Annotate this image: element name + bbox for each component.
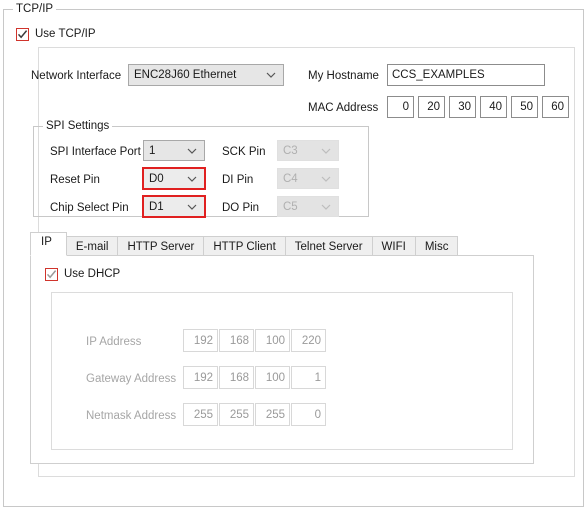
- netmask-address-octet-0[interactable]: 255: [183, 403, 218, 426]
- tab-misc-label: Misc: [424, 240, 449, 253]
- ip-address-octet-3[interactable]: 220: [291, 329, 326, 352]
- ip-address-panel: IP Address 192 168 100 220 Gateway Addre…: [51, 292, 513, 450]
- netmask-address-octet-2-value: 255: [265, 408, 285, 421]
- mac-octet-5-value: 60: [551, 101, 564, 113]
- mac-address-label: MAC Address: [308, 102, 379, 114]
- chevron-down-icon: [321, 148, 331, 154]
- gateway-address-octet-1[interactable]: 168: [219, 366, 254, 389]
- use-tcpip-checkbox[interactable]: [16, 28, 29, 41]
- tab-http-client-label: HTTP Client: [213, 240, 276, 253]
- reset-pin-combo[interactable]: D0: [142, 167, 206, 190]
- chevron-down-icon: [187, 204, 197, 210]
- ip-address-octet-3-value: 220: [301, 334, 321, 347]
- ip-address-octet-1[interactable]: 168: [219, 329, 254, 352]
- di-pin-label: DI Pin: [222, 174, 254, 186]
- mac-octet-1[interactable]: 20: [418, 96, 445, 118]
- tab-telnet-server[interactable]: Telnet Server: [284, 236, 373, 256]
- tab-wifi[interactable]: WIFI: [371, 236, 416, 256]
- tab-page-ip: Use DHCP IP Address 192 168 100 220 Gate…: [30, 255, 534, 464]
- tab-wifi-label: WIFI: [381, 240, 406, 253]
- do-pin-label: DO Pin: [222, 202, 260, 214]
- netmask-address-octet-0-value: 255: [193, 408, 213, 421]
- reset-pin-value: D0: [149, 172, 164, 185]
- ip-address-octet-2[interactable]: 100: [255, 329, 290, 352]
- netmask-address-octet-3-value: 0: [314, 408, 321, 421]
- di-pin-combo: C4: [277, 168, 339, 189]
- netmask-address-label: Netmask Address: [86, 410, 177, 422]
- gateway-address-octet-2-value: 100: [265, 371, 285, 384]
- chip-select-pin-combo[interactable]: D1: [142, 195, 206, 218]
- spi-interface-port-combo[interactable]: 1: [143, 140, 205, 161]
- hostname-value: CCS_EXAMPLES: [392, 69, 485, 81]
- use-dhcp-checkbox[interactable]: [45, 268, 58, 281]
- use-dhcp-checkbox-row[interactable]: Use DHCP: [45, 268, 120, 281]
- netmask-address-octet-3[interactable]: 0: [291, 403, 326, 426]
- network-interface-combo[interactable]: ENC28J60 Ethernet: [128, 64, 284, 86]
- tab-ip-label: IP: [41, 236, 52, 248]
- ip-address-octet-1-value: 168: [229, 334, 249, 347]
- chevron-down-icon: [266, 72, 276, 78]
- gateway-address-octet-0[interactable]: 192: [183, 366, 218, 389]
- spi-interface-port-value: 1: [149, 144, 156, 157]
- chevron-down-icon: [321, 176, 331, 182]
- chip-select-pin-value: D1: [149, 200, 164, 213]
- use-tcpip-checkbox-row[interactable]: Use TCP/IP: [16, 28, 96, 41]
- mac-octet-0-value: 0: [402, 101, 409, 113]
- sck-pin-value: C3: [283, 144, 298, 157]
- tab-http-client[interactable]: HTTP Client: [203, 236, 286, 256]
- netmask-address-octet-1-value: 255: [229, 408, 249, 421]
- mac-octet-2-value: 30: [458, 101, 471, 113]
- mac-octet-2[interactable]: 30: [449, 96, 476, 118]
- network-interface-value: ENC28J60 Ethernet: [134, 69, 237, 81]
- tab-telnet-server-label: Telnet Server: [294, 240, 363, 253]
- tab-email[interactable]: E-mail: [65, 236, 119, 256]
- use-tcpip-label: Use TCP/IP: [35, 28, 96, 40]
- di-pin-value: C4: [283, 172, 298, 185]
- gateway-address-octet-1-value: 168: [229, 371, 249, 384]
- reset-pin-label: Reset Pin: [50, 174, 100, 186]
- do-pin-combo: C5: [277, 196, 339, 217]
- ip-address-octet-0[interactable]: 192: [183, 329, 218, 352]
- tcpip-groupbox-title: TCP/IP: [13, 3, 57, 16]
- spi-settings-title: SPI Settings: [43, 120, 113, 133]
- tab-strip: IP E-mail HTTP Server HTTP Client Telnet…: [30, 232, 459, 256]
- ip-address-octet-2-value: 100: [265, 334, 285, 347]
- mac-octet-4-value: 50: [520, 101, 533, 113]
- mac-octet-3-value: 40: [489, 101, 502, 113]
- sck-pin-label: SCK Pin: [222, 146, 266, 158]
- mac-octet-5[interactable]: 60: [542, 96, 569, 118]
- tab-misc[interactable]: Misc: [414, 236, 459, 256]
- tab-http-server[interactable]: HTTP Server: [117, 236, 205, 256]
- ip-address-octet-0-value: 192: [193, 334, 213, 347]
- hostname-input[interactable]: CCS_EXAMPLES: [387, 64, 545, 86]
- chevron-down-icon: [187, 148, 197, 154]
- tab-ip[interactable]: IP: [30, 232, 67, 256]
- tab-http-server-label: HTTP Server: [127, 240, 195, 253]
- gateway-address-octet-2[interactable]: 100: [255, 366, 290, 389]
- spi-interface-port-label: SPI Interface Port: [50, 146, 141, 158]
- do-pin-value: C5: [283, 200, 298, 213]
- chevron-down-icon: [187, 176, 197, 182]
- chip-select-pin-label: Chip Select Pin: [50, 202, 129, 214]
- use-dhcp-label: Use DHCP: [64, 268, 121, 280]
- mac-octet-0[interactable]: 0: [387, 96, 414, 118]
- mac-octet-4[interactable]: 50: [511, 96, 538, 118]
- network-interface-label: Network Interface: [31, 70, 122, 82]
- tab-email-label: E-mail: [75, 240, 109, 253]
- netmask-address-octet-2[interactable]: 255: [255, 403, 290, 426]
- mac-octet-3[interactable]: 40: [480, 96, 507, 118]
- gateway-address-octet-0-value: 192: [193, 371, 213, 384]
- netmask-address-octet-1[interactable]: 255: [219, 403, 254, 426]
- gateway-address-octet-3[interactable]: 1: [291, 366, 326, 389]
- ip-address-label: IP Address: [86, 336, 142, 348]
- chevron-down-icon: [321, 204, 331, 210]
- sck-pin-combo: C3: [277, 140, 339, 161]
- gateway-address-octet-3-value: 1: [314, 371, 321, 384]
- settings-tabcontrol: IP E-mail HTTP Server HTTP Client Telnet…: [30, 232, 534, 464]
- gateway-address-label: Gateway Address: [86, 373, 177, 385]
- hostname-label: My Hostname: [308, 70, 379, 82]
- mac-octet-1-value: 20: [427, 101, 440, 113]
